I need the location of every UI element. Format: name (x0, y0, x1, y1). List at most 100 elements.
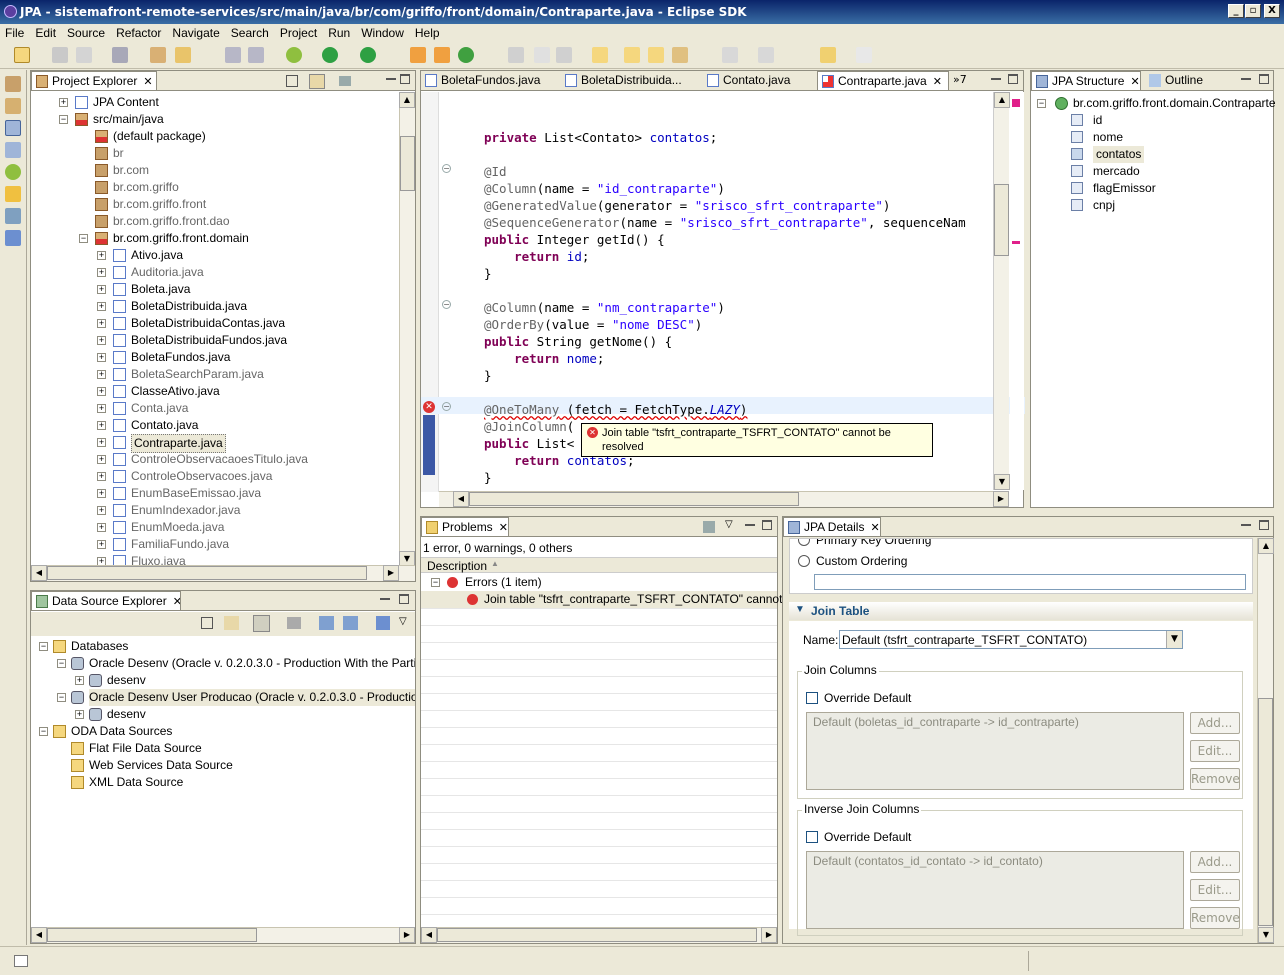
export-icon[interactable] (343, 616, 358, 630)
tree-item[interactable]: + Ativo.java (31, 247, 391, 264)
tree-item[interactable]: + EnumIndexador.java (31, 502, 391, 519)
menu-window[interactable]: Window (356, 24, 410, 40)
scroll-thumb[interactable] (1258, 698, 1273, 926)
edit-button[interactable]: Edit... (1190, 879, 1240, 901)
tree-item[interactable]: + EnumMoeda.java (31, 519, 391, 536)
fast-view-icon[interactable] (14, 955, 28, 967)
print-icon[interactable] (76, 47, 92, 63)
editor-vscrollbar[interactable]: ▲ ▼ (993, 92, 1010, 490)
tab-boletafundos[interactable]: BoletaFundos.java (421, 71, 559, 90)
menu-file[interactable]: File (0, 24, 30, 40)
view-menu-icon[interactable] (339, 76, 351, 86)
tree-item[interactable]: + ClasseAtivo.java (31, 383, 391, 400)
expand-icon[interactable]: + (97, 540, 106, 549)
forward-icon[interactable] (856, 47, 872, 63)
primary-key-ordering-radio[interactable] (798, 539, 810, 546)
fold-icon[interactable]: − (442, 300, 451, 309)
menu-navigate[interactable]: Navigate (167, 24, 225, 40)
collapse-icon[interactable]: ▼ (795, 604, 805, 615)
tree-item[interactable]: (default package) (31, 128, 391, 145)
close-icon[interactable]: ✕ (143, 76, 152, 88)
expand-icon[interactable]: + (97, 319, 106, 328)
column-description[interactable]: Description (427, 559, 487, 573)
error-overview-marker[interactable] (1012, 99, 1020, 107)
expand-icon[interactable]: + (59, 98, 68, 107)
link-icon[interactable] (224, 616, 239, 630)
inverse-override-default-checkbox[interactable] (806, 831, 818, 843)
expand-icon[interactable]: + (97, 421, 106, 430)
expand-icon[interactable]: + (97, 285, 106, 294)
minimize-icon[interactable] (380, 594, 390, 600)
code-line[interactable]: @GeneratedValue(generator = "srisco_sfrt… (484, 197, 890, 214)
tab-contato[interactable]: Contato.java (703, 71, 815, 90)
code-line[interactable]: public Integer getId() { (484, 231, 665, 248)
code-line[interactable]: return nome; (484, 350, 604, 367)
maximize-icon[interactable] (1008, 74, 1018, 84)
tree-item[interactable]: br.com.griffo (31, 179, 391, 196)
java-perspective-icon[interactable] (5, 98, 21, 114)
custom-ordering-field[interactable] (814, 574, 1246, 590)
scroll-down-icon[interactable]: ▼ (994, 474, 1010, 490)
pencil-icon[interactable] (672, 47, 688, 63)
close-icon[interactable]: ✕ (933, 76, 942, 88)
minimize-button[interactable]: _ (1228, 4, 1244, 18)
debug-icon[interactable] (286, 47, 302, 63)
new-class-icon[interactable] (175, 47, 191, 63)
run-icon[interactable] (322, 47, 338, 63)
scroll-up-icon[interactable]: ▲ (1258, 538, 1274, 554)
open-folder-icon[interactable] (592, 47, 608, 63)
tab-outline[interactable]: Outline (1145, 71, 1225, 90)
tree-item[interactable]: + BoletaFundos.java (31, 349, 391, 366)
collapse-icon[interactable]: − (79, 234, 88, 243)
editor-hscrollbar[interactable]: ◀ ▶ (439, 491, 1009, 507)
code-line[interactable]: } (484, 367, 492, 384)
expand-icon[interactable]: + (97, 370, 106, 379)
expand-icon[interactable]: + (97, 472, 106, 481)
code-line[interactable]: @OrderBy(value = "nome DESC") (484, 316, 702, 333)
save-profile-icon[interactable] (376, 616, 390, 630)
scroll-up-icon[interactable]: ▲ (399, 92, 415, 108)
view-menu-icon[interactable]: ▽ (725, 519, 733, 530)
tree-item[interactable]: Flat File Data Source (31, 740, 415, 757)
link-with-editor-icon[interactable] (309, 74, 325, 89)
tree-item[interactable]: + Contato.java (31, 417, 391, 434)
open-type-icon[interactable] (225, 47, 241, 63)
problems-row[interactable]: Join table "tsfrt_contraparte_TSFRT_CONT… (421, 591, 806, 608)
edit-button[interactable]: Edit... (1190, 740, 1240, 762)
menu-run[interactable]: Run (323, 24, 356, 40)
tab-problems[interactable]: Problems ✕ (421, 517, 509, 536)
scroll-thumb[interactable] (469, 492, 799, 506)
error-overview-marker[interactable] (1012, 241, 1020, 244)
tab-boletadistribuida[interactable]: BoletaDistribuida... (561, 71, 699, 90)
jpa-icon[interactable] (410, 47, 426, 63)
code-line[interactable]: } (484, 469, 492, 486)
tree-item[interactable]: Web Services Data Source (31, 757, 415, 774)
scroll-thumb[interactable] (47, 928, 257, 942)
join-table-name-select[interactable]: Default (tsfrt_contraparte_TSFRT_CONTATO… (839, 630, 1183, 649)
code-line[interactable]: public List< (484, 435, 574, 452)
collapse-icon[interactable]: − (431, 578, 440, 587)
tree-item[interactable]: − br.com.griffo.front.domain (31, 230, 391, 247)
minimize-icon[interactable] (991, 74, 1001, 80)
maximize-icon[interactable] (400, 74, 410, 84)
menu-search[interactable]: Search (226, 24, 275, 40)
collapse-icon[interactable]: − (39, 642, 48, 651)
maximize-icon[interactable] (1259, 74, 1269, 84)
pin-icon[interactable] (508, 47, 524, 63)
tree-item[interactable]: + Contraparte.java (31, 434, 391, 453)
remove-button[interactable]: Remove (1190, 768, 1240, 790)
expand-icon[interactable]: + (97, 336, 106, 345)
menu-project[interactable]: Project (275, 24, 323, 40)
collapse-icon[interactable]: − (1037, 99, 1046, 108)
add-button[interactable]: Add... (1190, 851, 1240, 873)
tree-item[interactable]: + desenv (31, 706, 415, 723)
join-columns-list[interactable]: Default (boletas_id_contraparte -> id_co… (806, 712, 1184, 790)
tree-item[interactable]: + ControleObservacaoesTitulo.java (31, 451, 391, 468)
tree-item[interactable]: + FamiliaFundo.java (31, 536, 391, 553)
expand-icon[interactable]: + (97, 438, 106, 447)
menu-help[interactable]: Help (410, 24, 446, 40)
jpa-perspective-icon[interactable] (5, 120, 21, 136)
close-icon[interactable]: ✕ (870, 522, 879, 534)
scroll-left-icon[interactable]: ◀ (421, 927, 437, 943)
scroll-down-icon[interactable]: ▼ (1258, 927, 1274, 943)
